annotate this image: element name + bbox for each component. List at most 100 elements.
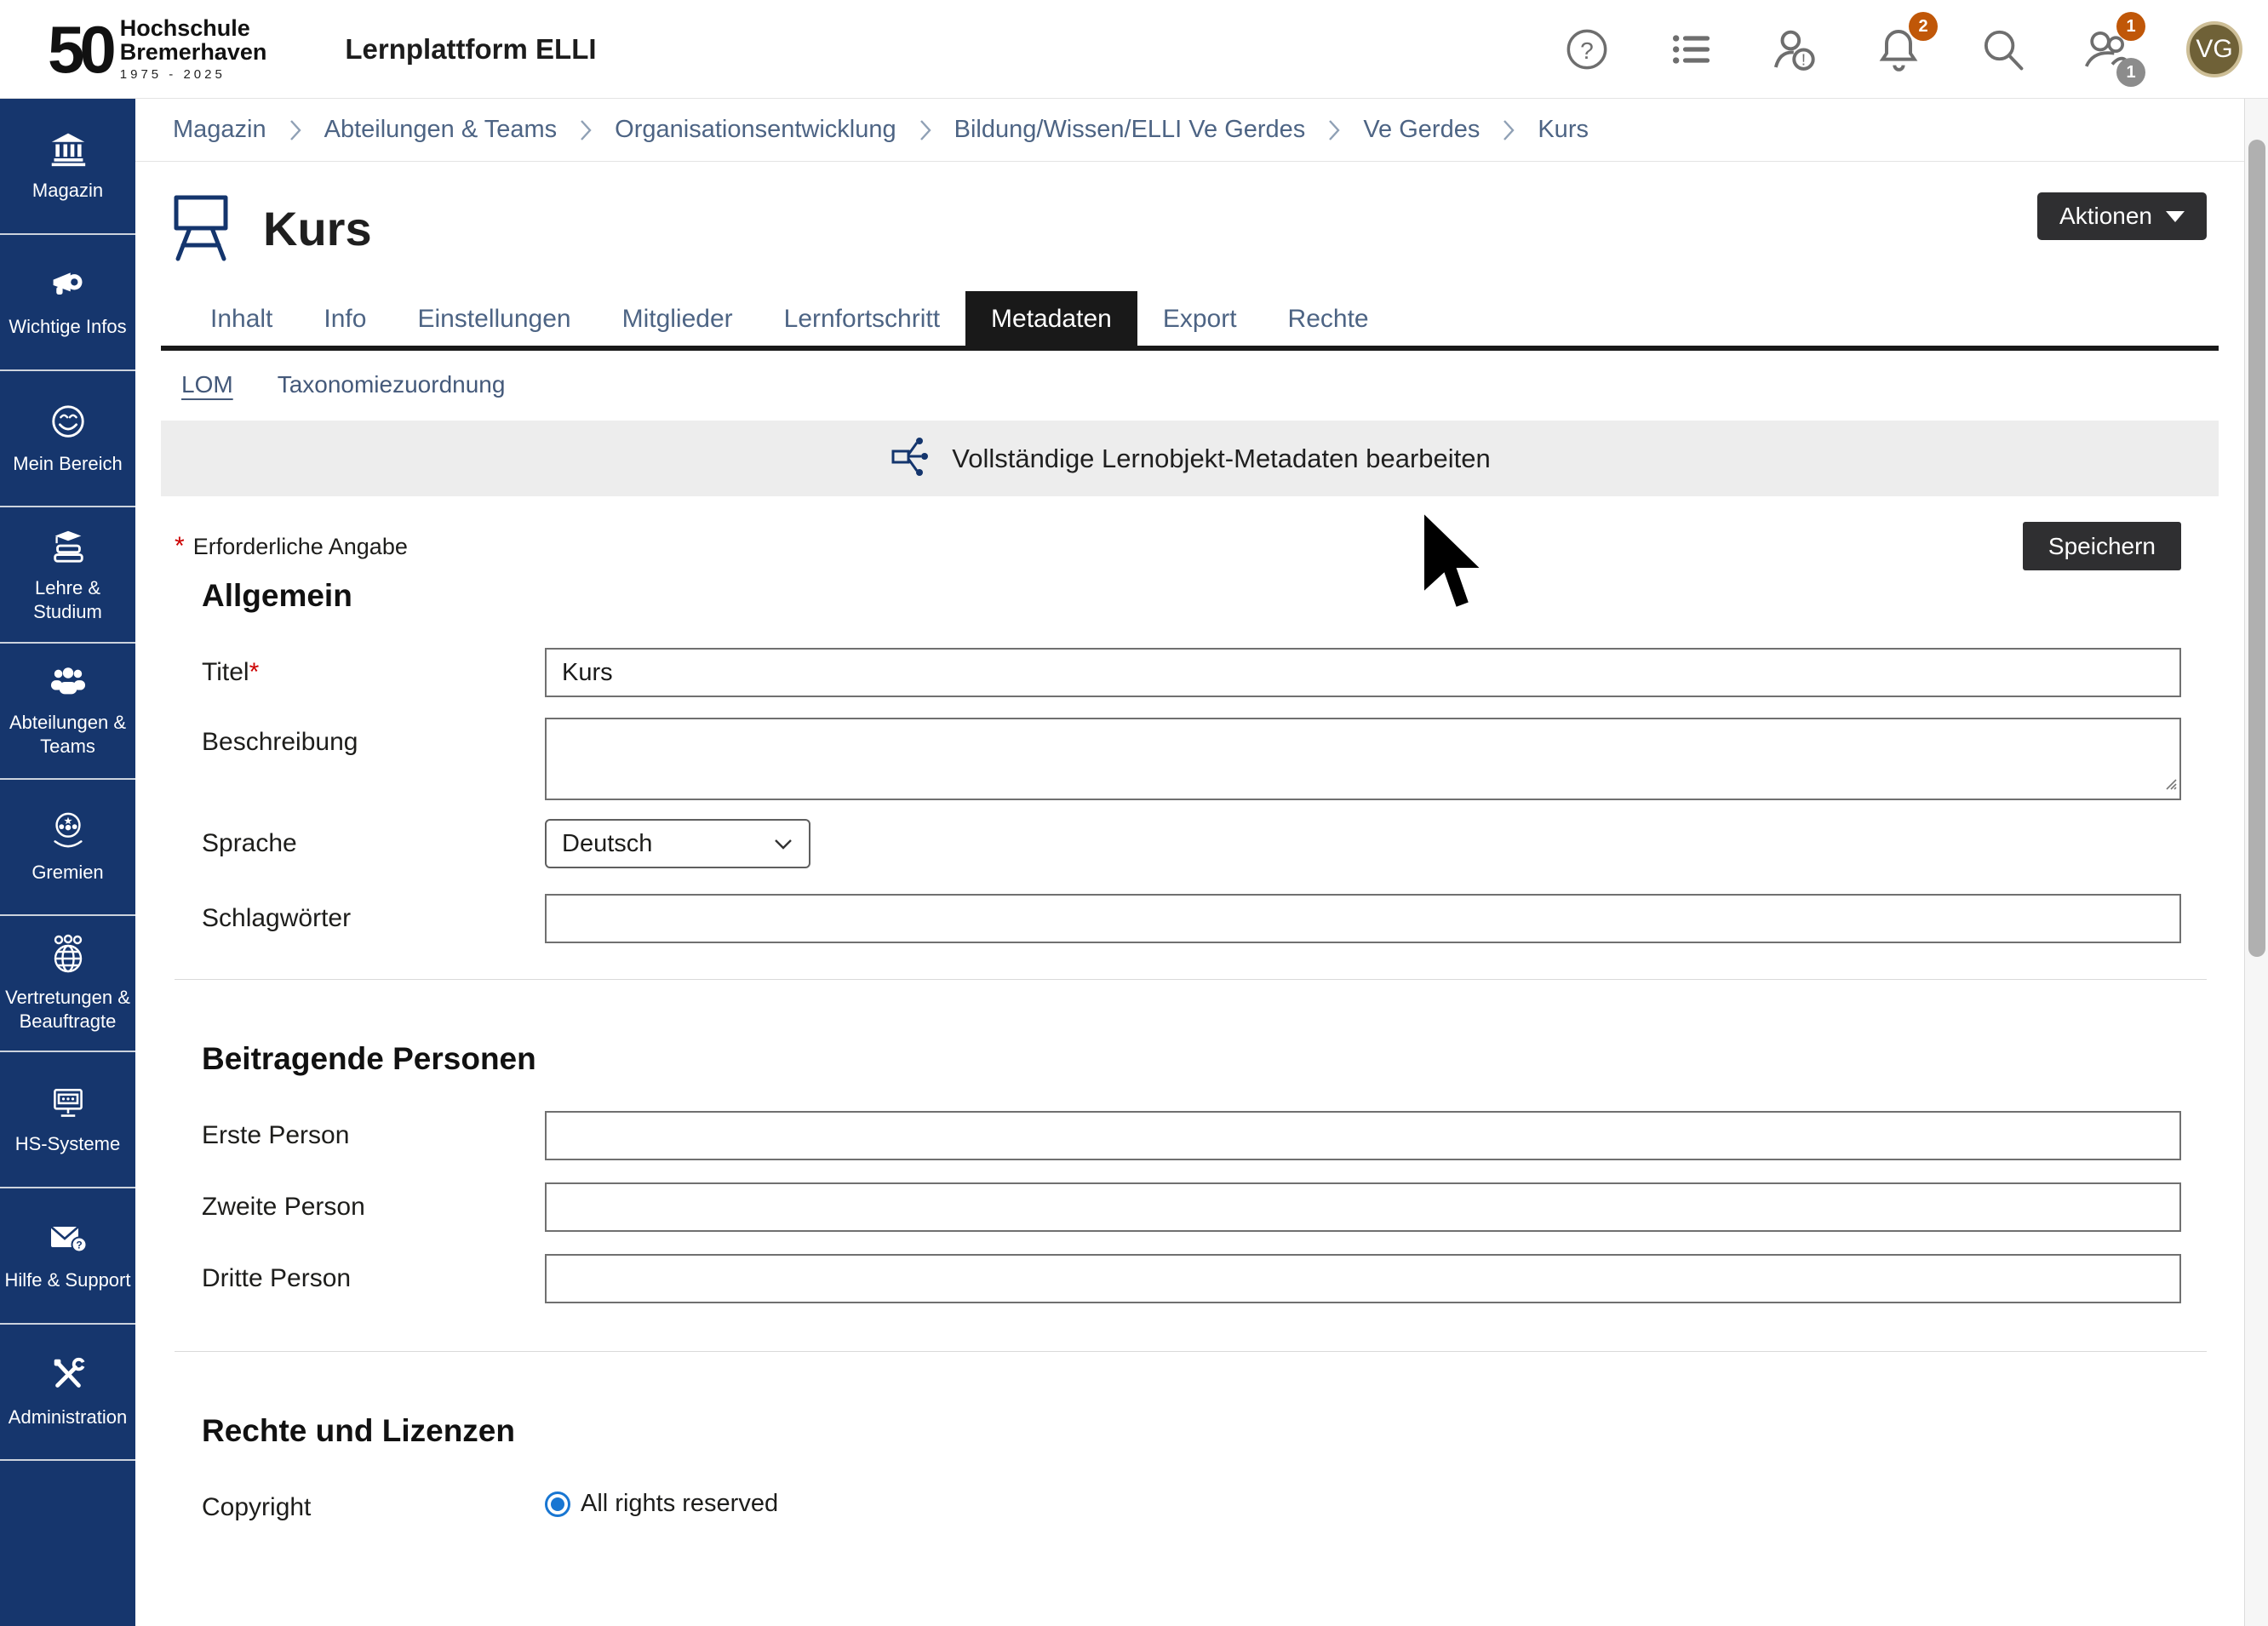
- chevron-down-icon: [773, 830, 793, 858]
- sidebar-item-wichtige-infos[interactable]: Wichtige Infos: [0, 235, 135, 371]
- page-title-row: Kurs Aktionen: [161, 187, 2219, 269]
- section-divider: [175, 979, 2207, 980]
- required-asterisk: *: [175, 532, 185, 561]
- tab-mitglieder[interactable]: Mitglieder: [597, 291, 759, 346]
- tab-inhalt[interactable]: Inhalt: [185, 291, 298, 346]
- erste-person-input[interactable]: [545, 1111, 2181, 1160]
- svg-text:?: ?: [1580, 37, 1594, 64]
- scrollbar-thumb[interactable]: [2248, 140, 2265, 957]
- sidebar-item-hs-systeme[interactable]: HS-Systeme: [0, 1052, 135, 1188]
- save-button[interactable]: Speichern: [2023, 522, 2181, 570]
- section-allgemein: Allgemein Titel* Beschreibung: [161, 578, 2219, 943]
- field-sprache: Sprache Deutsch: [202, 819, 2181, 868]
- breadcrumb-item[interactable]: Abteilungen & Teams: [324, 116, 558, 144]
- logo-years: 1975 - 2025: [120, 67, 267, 82]
- hochschule-bremerhaven-logo[interactable]: 50 Hochschule Bremerhaven 1975 - 2025: [48, 16, 266, 83]
- resize-grip-icon[interactable]: [2163, 776, 2177, 794]
- breadcrumb-item[interactable]: Organisationsentwicklung: [615, 116, 896, 144]
- subtab-lom[interactable]: LOM: [181, 371, 233, 398]
- tab-lernfortschritt[interactable]: Lernfortschritt: [759, 291, 965, 346]
- sidebar-item-label: Wichtige Infos: [9, 315, 126, 339]
- copyright-radio[interactable]: [545, 1491, 570, 1517]
- sidebar-item-administration[interactable]: Administration: [0, 1325, 135, 1461]
- monitor-icon: [48, 1084, 89, 1125]
- required-note-row: * Erforderliche Angabe Speichern: [161, 522, 2219, 571]
- sidebar-item-gremien[interactable]: Gremien: [0, 780, 135, 916]
- tab-info[interactable]: Info: [298, 291, 392, 346]
- committee-icon: [48, 810, 89, 854]
- contacts-icon[interactable]: 1 1: [2082, 26, 2130, 73]
- schlagwoerter-input[interactable]: [545, 894, 2181, 943]
- breadcrumb-item[interactable]: Magazin: [173, 116, 266, 144]
- contacts-badge-bottom: 1: [2116, 58, 2145, 87]
- main-sidebar: Magazin Wichtige Infos: [0, 99, 135, 1626]
- metadata-tree-icon: [889, 435, 931, 482]
- books-icon: [48, 526, 89, 570]
- sidebar-item-hilfe-support[interactable]: ? Hilfe & Support: [0, 1188, 135, 1325]
- user-avatar[interactable]: VG: [2186, 21, 2242, 77]
- section-rechte-lizenzen: Rechte und Lizenzen Copyright All rights…: [161, 1413, 2219, 1522]
- contacts-badge-top: 1: [2116, 12, 2145, 41]
- sidebar-item-label: Administration: [9, 1406, 127, 1429]
- section-title: Allgemein: [202, 578, 2181, 614]
- sidebar-item-vertretungen-beauftragte[interactable]: Vertretungen & Beauftragte: [0, 916, 135, 1052]
- copyright-radio-label: All rights reserved: [581, 1490, 778, 1518]
- logo-line1: Hochschule: [120, 16, 267, 40]
- tab-einstellungen[interactable]: Einstellungen: [392, 291, 596, 346]
- chevron-right-icon: [579, 118, 593, 142]
- breadcrumb-item[interactable]: Bildung/Wissen/ELLI Ve Gerdes: [954, 116, 1306, 144]
- tools-icon: [49, 1355, 88, 1399]
- beschreibung-textarea[interactable]: [545, 718, 2181, 800]
- sidebar-item-label: Hilfe & Support: [5, 1268, 131, 1292]
- breadcrumb-item[interactable]: Kurs: [1538, 116, 1589, 144]
- sidebar-item-label: Gremien: [32, 861, 103, 885]
- page-title: Kurs: [263, 201, 372, 256]
- app-window: 50 Hochschule Bremerhaven 1975 - 2025 Le…: [0, 0, 2268, 1626]
- sidebar-item-lehre-studium[interactable]: Lehre & Studium: [0, 507, 135, 644]
- sprache-selected-value: Deutsch: [562, 830, 652, 858]
- bell-badge: 2: [1909, 12, 1938, 41]
- tab-rechte[interactable]: Rechte: [1263, 291, 1395, 346]
- breadcrumb-item[interactable]: Ve Gerdes: [1363, 116, 1480, 144]
- tab-bar: Inhalt Info Einstellungen Mitglieder Ler…: [161, 291, 2219, 351]
- sidebar-item-label: Magazin: [32, 179, 103, 203]
- dritte-person-input[interactable]: [545, 1254, 2181, 1303]
- tab-export[interactable]: Export: [1137, 291, 1263, 346]
- subtab-taxonomiezuordnung[interactable]: Taxonomiezuordnung: [278, 371, 506, 398]
- field-dritte-person: Dritte Person: [202, 1254, 2181, 1303]
- help-icon[interactable]: ?: [1563, 26, 1611, 73]
- field-schlagwoerter: Schlagwörter: [202, 894, 2181, 943]
- tab-metadaten[interactable]: Metadaten: [965, 291, 1137, 346]
- sidebar-item-abteilungen-teams[interactable]: Abteilungen & Teams: [0, 644, 135, 780]
- sidebar-item-mein-bereich[interactable]: Mein Bereich: [0, 371, 135, 507]
- section-title: Beitragende Personen: [202, 1041, 2181, 1077]
- mail-question-icon: ?: [47, 1220, 89, 1262]
- breadcrumb: Magazin Abteilungen & Teams Organisation…: [135, 99, 2244, 162]
- app-title: Lernplattform ELLI: [345, 33, 596, 66]
- todo-list-icon[interactable]: [1667, 26, 1715, 73]
- course-board-icon: [171, 191, 231, 266]
- actions-button[interactable]: Aktionen: [2037, 192, 2207, 240]
- group-icon: [47, 664, 89, 704]
- sidebar-item-magazin[interactable]: Magazin: [0, 99, 135, 235]
- sidebar-item-label: Mein Bereich: [13, 452, 122, 476]
- vertical-scrollbar[interactable]: [2244, 99, 2268, 1626]
- svg-text:?: ?: [76, 1239, 82, 1251]
- search-icon[interactable]: [1979, 26, 2026, 73]
- chevron-right-icon: [289, 118, 302, 142]
- chevron-right-icon: [1502, 118, 1515, 142]
- caret-down-icon: [2166, 211, 2185, 222]
- bank-icon: [49, 130, 88, 172]
- section-divider: [175, 1351, 2207, 1352]
- field-zweite-person: Zweite Person: [202, 1182, 2181, 1232]
- sprache-select[interactable]: Deutsch: [545, 819, 810, 868]
- sidebar-item-label: Abteilungen & Teams: [3, 711, 133, 758]
- section-beitragende-personen: Beitragende Personen Erste Person Zweite…: [161, 1041, 2219, 1303]
- sidebar-item-label: HS-Systeme: [15, 1132, 120, 1156]
- titel-input[interactable]: [545, 648, 2181, 697]
- edit-full-metadata-banner[interactable]: Vollständige Lernobjekt-Metadaten bearbe…: [161, 421, 2219, 496]
- chevron-right-icon: [919, 118, 932, 142]
- zweite-person-input[interactable]: [545, 1182, 2181, 1232]
- user-status-icon[interactable]: !: [1771, 26, 1818, 73]
- bell-icon[interactable]: 2: [1875, 26, 1922, 73]
